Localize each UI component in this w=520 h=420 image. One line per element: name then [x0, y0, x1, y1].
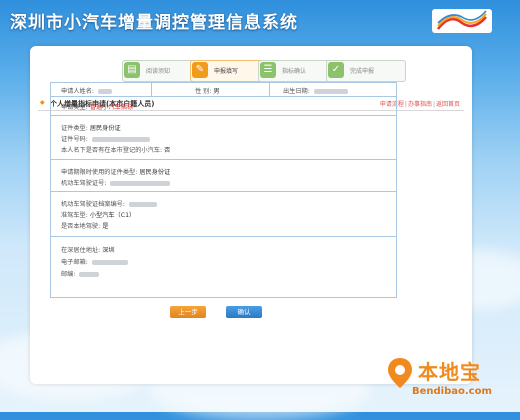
license-id-type-value: 居民身份证 [139, 169, 171, 176]
vehicle-type: 准驾车型: 小型汽车（C1） [61, 210, 135, 219]
edit-form-icon: ✎ [192, 62, 208, 78]
watermark-brand: 本地宝 [418, 360, 481, 384]
step-label: 完成申报 [350, 68, 375, 75]
vehicle-type-label: 准驾车型: [61, 212, 88, 219]
license-id-type-label: 申请期限时使用的证件类型: [61, 169, 138, 176]
local-driving-label: 是否本地驾驶: [61, 223, 101, 230]
form-row-applicant: 申请人姓名: 性 别: 男 出生日期: [51, 83, 396, 97]
gender-value: 男 [213, 88, 220, 95]
checkmark-icon: ✓ [328, 62, 344, 78]
license-number-label: 机动车驾驶证号: [61, 180, 107, 187]
email: 电子邮箱: [61, 257, 128, 266]
cell-divider [269, 83, 270, 96]
link-guide[interactable]: 办事指南 [408, 101, 432, 108]
id-type-label: 证件类型: [61, 125, 88, 132]
address-label: 在深居住地址: [61, 247, 101, 254]
link-separator: | [404, 101, 407, 108]
site-title: 深圳市小汽车增量调控管理信息系统 [10, 13, 298, 33]
prev-step-button[interactable]: 上一步 [170, 306, 206, 318]
id-number: 证件号码: [61, 134, 150, 143]
link-separator: | [432, 101, 435, 108]
applicant-name: 申请人姓名: [61, 86, 112, 95]
email-label: 电子邮箱: [61, 259, 88, 266]
blurred-value [91, 136, 150, 142]
local-driving: 是否本地驾驶: 是 [61, 221, 108, 230]
watermark-pin-icon [388, 358, 412, 388]
step-label: 阅读须知 [146, 68, 171, 75]
license-file-label: 机动车驾驶证档案编号: [61, 201, 125, 208]
cell-divider [151, 83, 152, 96]
blurred-value [128, 201, 157, 207]
app-header: 深圳市小汽车增量调控管理信息系统 [0, 0, 520, 40]
applicant-name-label: 申请人姓名: [61, 88, 95, 95]
application-form: 申请人姓名: 性 别: 男 出生日期: 申请类型: 普通小汽车指标 证件类型: … [50, 82, 397, 298]
address: 在深居住地址: 深圳 [61, 245, 115, 254]
license-number: 机动车驾驶证号: [61, 178, 171, 187]
form-row-vehicle: 机动车驾驶证档案编号: 准驾车型: 小型汽车（C1） 是否本地驾驶: 是 [51, 191, 396, 237]
id-number-label: 证件号码: [61, 136, 88, 143]
apply-type-label: 申请类型: [61, 104, 88, 111]
id-type: 证件类型: 居民身份证 [61, 123, 121, 132]
blurred-value [110, 180, 171, 186]
step-label: 指标确认 [282, 68, 307, 75]
step-label: 申报填写 [214, 68, 239, 75]
step-complete: ✓ 完成申报 [326, 60, 408, 82]
birth-date: 出生日期: [283, 86, 348, 95]
shenzhen-logo [432, 9, 492, 33]
postcode: 邮编: [61, 269, 100, 278]
owned-car: 本人名下是否有在本市登记的小汽车: 否 [61, 145, 170, 154]
license-id-type: 申请期限时使用的证件类型: 居民身份证 [61, 167, 170, 176]
section-bullet-icon: ◆ [40, 99, 45, 106]
owned-car-label: 本人名下是否有在本市登记的小汽车: [61, 147, 163, 154]
form-row-id: 证件类型: 居民身份证 证件号码: 本人名下是否有在本市登记的小汽车: 否 [51, 115, 396, 160]
postcode-label: 邮编: [61, 271, 76, 278]
gender-label: 性 别: [195, 88, 212, 95]
vehicle-type-value: 小型汽车（C1） [89, 212, 136, 219]
list-icon: ☰ [260, 62, 276, 78]
blurred-value [91, 259, 128, 265]
license-file-number: 机动车驾驶证档案编号: [61, 199, 157, 208]
document-icon: ▤ [124, 62, 140, 78]
id-type-value: 居民身份证 [89, 125, 121, 132]
form-row-license: 申请期限时使用的证件类型: 居民身份证 机动车驾驶证号: [51, 159, 396, 192]
confirm-button[interactable]: 确认 [226, 306, 262, 318]
blurred-value [98, 88, 112, 94]
blurred-value [79, 271, 100, 277]
birth-date-label: 出生日期: [283, 88, 310, 95]
gender: 性 别: 男 [195, 86, 220, 95]
watermark-url: Bendibao.com [412, 386, 492, 397]
link-home[interactable]: 返回首页 [436, 101, 460, 108]
owned-car-value: 否 [164, 147, 171, 154]
watermark: 本地宝 Bendibao.com [382, 352, 512, 408]
address-value: 深圳 [102, 247, 115, 254]
local-driving-value: 是 [102, 223, 109, 230]
form-row-apply-type: 申请类型: 普通小汽车指标 [51, 96, 396, 116]
apply-type: 申请类型: 普通小汽车指标 [61, 102, 133, 111]
blurred-value [313, 88, 348, 94]
form-row-contact: 在深居住地址: 深圳 电子邮箱: 邮编: [51, 236, 396, 297]
apply-type-value: 普通小汽车指标 [89, 104, 134, 111]
